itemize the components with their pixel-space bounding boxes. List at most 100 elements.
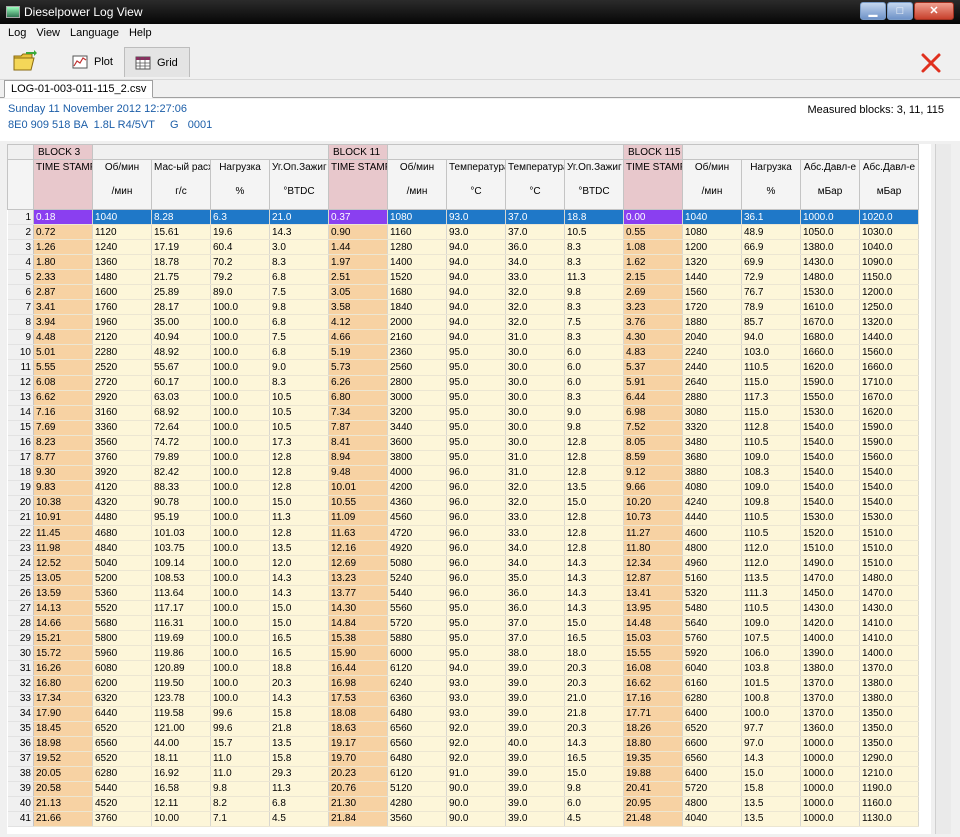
- timestamp-cell[interactable]: 9.30: [33, 465, 93, 481]
- table-cell[interactable]: 5200: [92, 570, 152, 587]
- table-cell[interactable]: 4520: [92, 796, 152, 812]
- table-cell[interactable]: 21.0: [564, 691, 624, 707]
- table-cell[interactable]: 6.0: [564, 796, 624, 812]
- table-cell[interactable]: 90.0: [446, 796, 506, 812]
- table-cell[interactable]: 34.0: [505, 254, 565, 271]
- table-cell[interactable]: 1620.0: [800, 359, 860, 376]
- table-cell[interactable]: 1760: [92, 299, 152, 316]
- table-cell[interactable]: 100.0: [210, 390, 270, 406]
- table-cell[interactable]: 100.0: [210, 450, 270, 466]
- timestamp-cell[interactable]: 9.66: [623, 480, 683, 496]
- timestamp-cell[interactable]: 20.76: [328, 781, 388, 797]
- table-cell[interactable]: 1710.0: [859, 375, 919, 391]
- row-number[interactable]: 18: [7, 465, 34, 481]
- row-number[interactable]: 35: [7, 721, 34, 737]
- timestamp-cell[interactable]: 3.23: [623, 299, 683, 316]
- timestamp-cell[interactable]: 11.80: [623, 540, 683, 557]
- table-cell[interactable]: 1400.0: [859, 645, 919, 662]
- row-number[interactable]: 7: [7, 299, 34, 316]
- timestamp-cell[interactable]: 15.21: [33, 630, 93, 647]
- table-cell[interactable]: 100.0: [210, 435, 270, 451]
- file-tab[interactable]: LOG-01-003-011-115_2.csv: [4, 80, 154, 98]
- table-cell[interactable]: 1440.0: [859, 329, 919, 346]
- timestamp-cell[interactable]: 2.33: [33, 269, 93, 286]
- timestamp-cell[interactable]: 13.95: [623, 600, 683, 617]
- table-cell[interactable]: 70.2: [210, 254, 270, 271]
- table-cell[interactable]: 13.5: [269, 736, 329, 752]
- table-cell[interactable]: 15.0: [564, 766, 624, 782]
- table-cell[interactable]: 9.0: [564, 405, 624, 421]
- table-cell[interactable]: 5800: [92, 630, 152, 647]
- timestamp-cell[interactable]: 6.62: [33, 390, 93, 406]
- table-cell[interactable]: 1540.0: [859, 480, 919, 496]
- table-row[interactable]: 36 18.98 6560 44.00 15.7 13.5 19.17 6560 92.0 40.…: [7, 736, 919, 752]
- table-cell[interactable]: 1370.0: [800, 691, 860, 707]
- row-number[interactable]: 10: [7, 344, 34, 361]
- table-cell[interactable]: 8.2: [210, 796, 270, 812]
- table-cell[interactable]: 1350.0: [859, 721, 919, 737]
- table-cell[interactable]: 100.8: [741, 691, 801, 707]
- table-cell[interactable]: 1540.0: [800, 480, 860, 496]
- row-number[interactable]: 32: [7, 675, 34, 692]
- table-cell[interactable]: 100.0: [210, 570, 270, 587]
- table-cell[interactable]: 30.0: [505, 390, 565, 406]
- table-cell[interactable]: 17.3: [269, 435, 329, 451]
- timestamp-cell[interactable]: 6.08: [33, 375, 93, 391]
- table-cell[interactable]: 93.0: [446, 706, 506, 722]
- table-cell[interactable]: 1430.0: [859, 600, 919, 617]
- row-number[interactable]: 28: [7, 615, 34, 632]
- table-cell[interactable]: 100.0: [210, 495, 270, 511]
- table-cell[interactable]: 1480.0: [859, 570, 919, 587]
- table-cell[interactable]: 1540.0: [800, 435, 860, 451]
- row-number[interactable]: 19: [7, 480, 34, 496]
- table-cell[interactable]: 34.0: [505, 540, 565, 557]
- table-row[interactable]: 21 10.91 4480 95.19 100.0 11.3 11.09 4560 96.0 33…: [7, 510, 919, 526]
- table-row[interactable]: 37 19.52 6520 18.11 11.0 15.8 19.70 6480 92.0 39.…: [7, 751, 919, 767]
- table-cell[interactable]: 1090.0: [859, 254, 919, 271]
- table-cell[interactable]: 107.5: [741, 630, 801, 647]
- table-cell[interactable]: 28.17: [151, 299, 211, 316]
- table-cell[interactable]: 1290.0: [859, 751, 919, 767]
- table-cell[interactable]: 100.0: [210, 299, 270, 316]
- table-cell[interactable]: 16.5: [564, 630, 624, 647]
- table-cell[interactable]: 109.0: [741, 450, 801, 466]
- row-number[interactable]: 16: [7, 435, 34, 451]
- table-cell[interactable]: 12.8: [269, 525, 329, 542]
- table-row[interactable]: 34 17.90 6440 119.58 99.6 15.8 18.08 6480 93.0 39…: [7, 706, 919, 722]
- table-cell[interactable]: 3160: [92, 405, 152, 421]
- timestamp-cell[interactable]: 19.52: [33, 751, 93, 767]
- table-cell[interactable]: 1430.0: [800, 600, 860, 617]
- table-cell[interactable]: 5240: [387, 570, 447, 587]
- table-cell[interactable]: 3200: [387, 405, 447, 421]
- table-cell[interactable]: 14.3: [269, 570, 329, 587]
- table-cell[interactable]: 89.0: [210, 284, 270, 301]
- table-cell[interactable]: 1320.0: [859, 314, 919, 331]
- table-cell[interactable]: 37.0: [505, 224, 565, 241]
- table-row[interactable]: 10 5.01 2280 48.92 100.0 6.8 5.19 2360 95.0 30.0 6…: [7, 344, 919, 361]
- timestamp-cell[interactable]: 16.98: [328, 675, 388, 692]
- table-row[interactable]: 2 0.72 1120 15.61 19.6 14.3 0.90 1160 93.0 37.0 10…: [7, 224, 919, 241]
- table-cell[interactable]: 5880: [387, 630, 447, 647]
- table-cell[interactable]: 8.3: [564, 239, 624, 256]
- timestamp-cell[interactable]: 12.16: [328, 540, 388, 557]
- table-cell[interactable]: 112.0: [741, 555, 801, 572]
- table-cell[interactable]: 1160: [387, 224, 447, 241]
- timestamp-cell[interactable]: 8.77: [33, 450, 93, 466]
- table-cell[interactable]: 14.3: [564, 570, 624, 587]
- table-cell[interactable]: 2000: [387, 314, 447, 331]
- table-cell[interactable]: 4.5: [269, 811, 329, 827]
- table-cell[interactable]: 1560: [682, 284, 742, 301]
- table-cell[interactable]: 1000.0: [800, 751, 860, 767]
- timestamp-cell[interactable]: 9.48: [328, 465, 388, 481]
- timestamp-cell[interactable]: 0.90: [328, 224, 388, 241]
- timestamp-cell[interactable]: 20.95: [623, 796, 683, 812]
- table-cell[interactable]: 6600: [682, 736, 742, 752]
- table-cell[interactable]: 1880: [682, 314, 742, 331]
- table-cell[interactable]: 31.0: [505, 329, 565, 346]
- timestamp-cell[interactable]: 12.87: [623, 570, 683, 587]
- table-cell[interactable]: 1250.0: [859, 299, 919, 316]
- table-cell[interactable]: 1000.0: [800, 766, 860, 782]
- table-cell[interactable]: 4960: [682, 555, 742, 572]
- table-cell[interactable]: 14.3: [741, 751, 801, 767]
- timestamp-cell[interactable]: 3.58: [328, 299, 388, 316]
